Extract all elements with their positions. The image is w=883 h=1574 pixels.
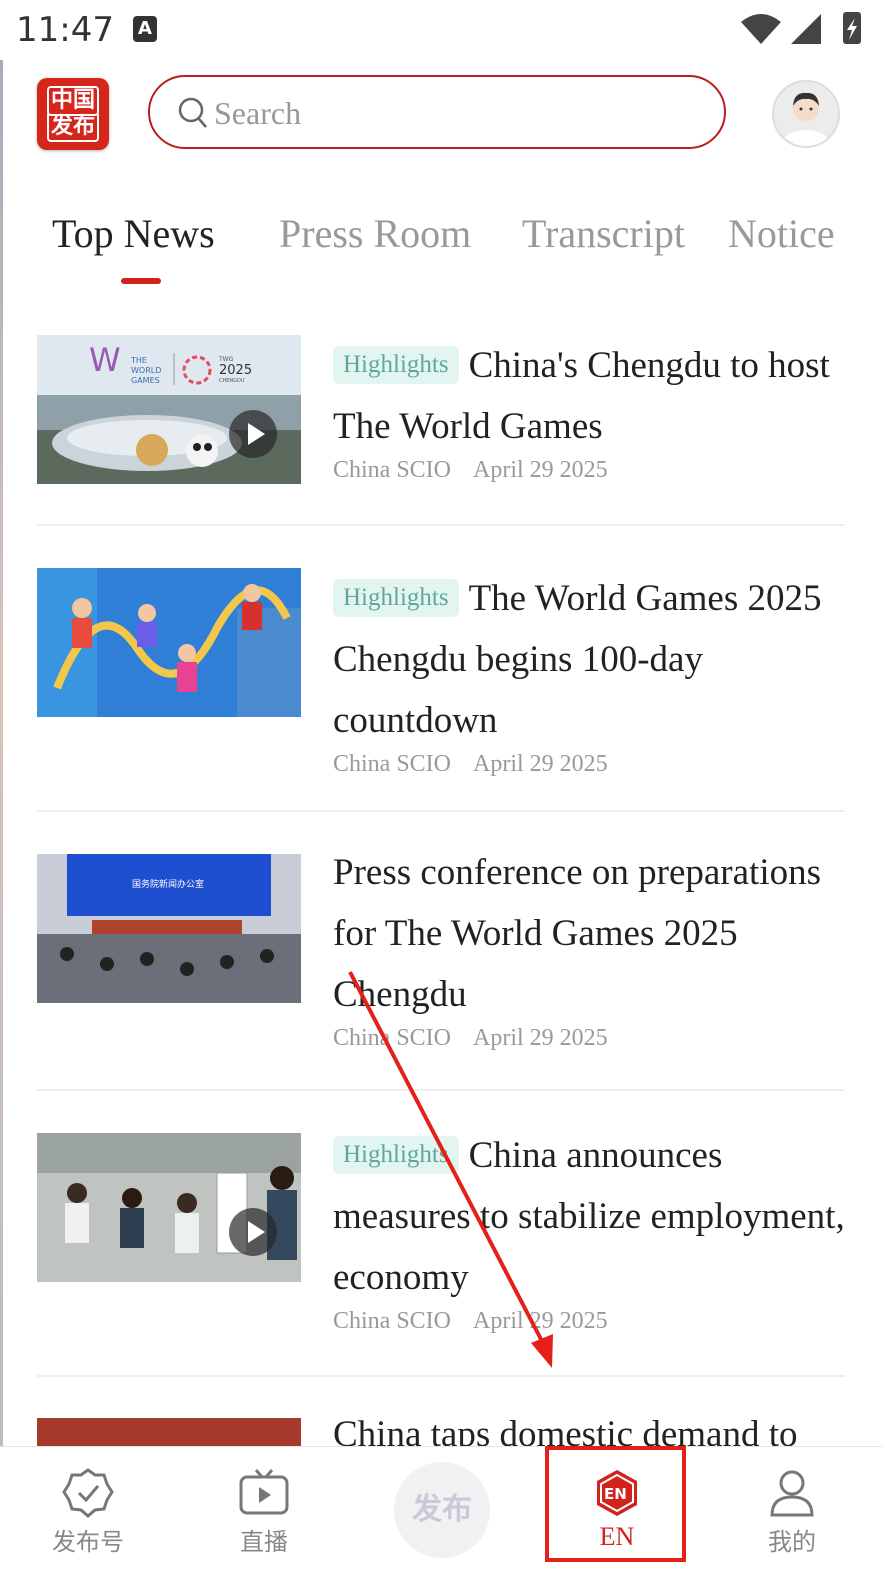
bottom-nav: 发布号 直播 发布 EN EN 我的 <box>0 1446 883 1574</box>
news-date: April 29 2025 <box>473 1025 608 1051</box>
news-body: Press conference on preparations for The… <box>333 842 853 1052</box>
highlights-badge: Highlights <box>333 578 459 617</box>
signal-icon <box>791 14 821 44</box>
logo-text-top: 中国 <box>46 86 99 116</box>
user-icon <box>770 1470 814 1517</box>
news-source: China SCIO <box>333 1025 452 1051</box>
news-meta: China SCIO April 29 2025 <box>333 1025 853 1052</box>
divider <box>37 810 845 812</box>
news-source: China SCIO <box>333 1308 452 1334</box>
news-body: China taps domestic demand to <box>333 1418 845 1446</box>
nav-item-mine[interactable]: 我的 <box>722 1447 862 1574</box>
press-banner-text: 国务院新闻办公室 <box>132 878 204 890</box>
nav-label: 直播 <box>240 1528 288 1556</box>
tab-notice[interactable]: Notice <box>728 210 835 257</box>
search-icon <box>178 97 207 128</box>
news-title: Highlights China announces measures to st… <box>333 1125 853 1308</box>
highlights-badge: Highlights <box>333 1135 459 1174</box>
news-item[interactable]: W THE WORLD GAMES TWG 2025 CHENGDU Highl… <box>37 335 845 485</box>
active-tab-indicator <box>121 278 161 284</box>
tab-press-room[interactable]: Press Room <box>279 210 471 257</box>
twg-label: TWG <box>218 356 234 363</box>
news-title: Press conference on preparations for The… <box>333 842 853 1025</box>
play-icon <box>229 410 277 458</box>
system-status-icons <box>741 12 861 44</box>
news-meta: China SCIO April 29 2025 <box>333 751 853 778</box>
divider <box>37 524 845 526</box>
news-body: Highlights The World Games 2025 Chengdu b… <box>333 568 853 778</box>
news-body: Highlights China's Chengdu to host The Wo… <box>333 335 853 484</box>
twg-year: 2025 <box>219 363 252 378</box>
play-icon <box>229 1208 277 1256</box>
notification-a-icon: A <box>133 16 157 42</box>
user-avatar[interactable] <box>772 80 840 148</box>
news-thumbnail <box>37 1133 301 1282</box>
news-body: Highlights China announces measures to st… <box>333 1125 853 1335</box>
search-box[interactable] <box>148 75 726 149</box>
news-source: China SCIO <box>333 751 452 777</box>
divider <box>37 1089 845 1091</box>
news-item[interactable]: 国务院新闻办公室 Press conference on preparation… <box>37 842 845 1057</box>
wifi-icon <box>741 14 781 44</box>
tab-transcript[interactable]: Transcript <box>522 210 685 257</box>
nav-item-live[interactable]: 直播 <box>194 1447 334 1574</box>
tv-play-icon <box>239 1469 289 1515</box>
news-item[interactable]: China taps domestic demand to <box>37 1418 845 1446</box>
news-date: April 29 2025 <box>473 751 608 777</box>
logo-text-bottom: 发布 <box>46 114 99 142</box>
nav-label: 我的 <box>768 1528 816 1556</box>
wg-logo-line3: GAMES <box>131 376 160 385</box>
svg-text:W: W <box>89 341 121 379</box>
highlights-badge: Highlights <box>333 345 459 384</box>
news-thumbnail: W THE WORLD GAMES TWG 2025 CHENGDU <box>37 335 301 484</box>
avatar-icon <box>782 92 830 146</box>
app-header: 中国 发布 <box>0 70 883 160</box>
twg-city: CHENGDU <box>219 378 245 384</box>
news-meta: China SCIO April 29 2025 <box>333 457 853 484</box>
app-logo[interactable]: 中国 发布 <box>37 78 109 150</box>
nav-item-publisher[interactable]: 发布号 <box>18 1447 158 1574</box>
tab-top-news[interactable]: Top News <box>52 210 215 257</box>
publish-center-icon[interactable]: 发布 <box>394 1462 490 1558</box>
news-title: Highlights China's Chengdu to host The Wo… <box>333 335 853 457</box>
news-date: April 29 2025 <box>473 1308 608 1334</box>
news-source: China SCIO <box>333 457 452 483</box>
badge-check-icon <box>62 1468 114 1518</box>
news-meta: China SCIO April 29 2025 <box>333 1308 853 1335</box>
divider <box>37 1375 845 1377</box>
wg-logo-line2: WORLD <box>131 366 161 375</box>
news-date: April 29 2025 <box>473 457 608 483</box>
news-title: Highlights The World Games 2025 Chengdu b… <box>333 568 853 751</box>
nav-label: 发布号 <box>52 1528 124 1556</box>
news-item[interactable]: Highlights China announces measures to st… <box>37 1133 845 1348</box>
news-title: China taps domestic demand to <box>333 1418 845 1446</box>
status-time: 11:47 <box>16 10 114 50</box>
news-thumbnail <box>37 1418 301 1446</box>
status-bar: 11:47 A <box>0 0 883 60</box>
en-highlight-box <box>545 1446 686 1562</box>
search-input[interactable] <box>212 89 696 137</box>
news-title-text: Press conference on preparations for The… <box>333 852 821 1015</box>
wg-logo-line1: THE <box>130 356 147 365</box>
news-thumbnail: 国务院新闻办公室 <box>37 854 301 1003</box>
news-thumbnail <box>37 568 301 717</box>
news-title-text: China taps domestic demand to <box>333 1418 798 1446</box>
news-item[interactable]: Highlights The World Games 2025 Chengdu b… <box>37 568 845 783</box>
category-tabs: Top News Press Room Transcript Notice <box>0 210 883 290</box>
